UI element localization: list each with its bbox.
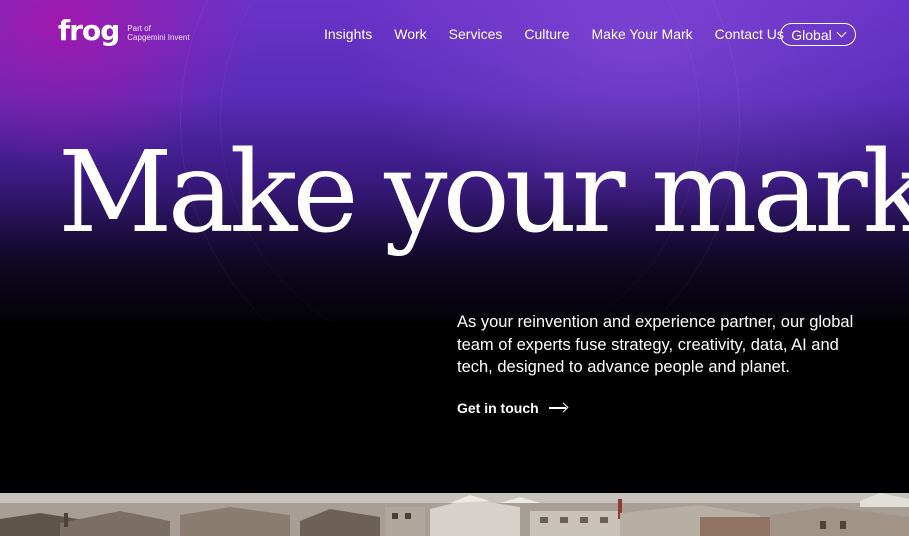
logo-subtitle: Part of Capgemini Invent bbox=[127, 24, 189, 42]
logo-sub-line2: Capgemini Invent bbox=[127, 33, 190, 42]
nav-item-contact-us[interactable]: Contact Us bbox=[715, 24, 784, 44]
city-rooftops-image bbox=[0, 493, 909, 536]
frog-logo[interactable]: frog Part of Capgemini Invent bbox=[58, 16, 190, 46]
city-photo bbox=[0, 493, 909, 536]
global-label: Global bbox=[791, 26, 832, 43]
nav-item-services[interactable]: Services bbox=[449, 24, 503, 44]
hero-headline: Make your mark bbox=[58, 128, 909, 258]
logo-sub-line1: Part of bbox=[127, 24, 151, 33]
main-nav: Insights Work Services Culture Make Your… bbox=[324, 24, 806, 44]
get-in-touch-link[interactable]: Get in touch bbox=[457, 400, 567, 416]
nav-item-insights[interactable]: Insights bbox=[324, 24, 372, 44]
cta-label: Get in touch bbox=[457, 400, 539, 416]
hero-description: As your reinvention and experience partn… bbox=[457, 313, 854, 376]
global-region-button[interactable]: Global bbox=[780, 23, 856, 46]
logo-wordmark: frog bbox=[58, 14, 120, 47]
chevron-down-icon bbox=[836, 27, 847, 38]
nav-item-work[interactable]: Work bbox=[394, 24, 426, 44]
nav-item-culture[interactable]: Culture bbox=[524, 24, 569, 44]
nav-item-make-your-mark[interactable]: Make Your Mark bbox=[592, 24, 693, 44]
arrow-right-icon bbox=[548, 403, 567, 413]
